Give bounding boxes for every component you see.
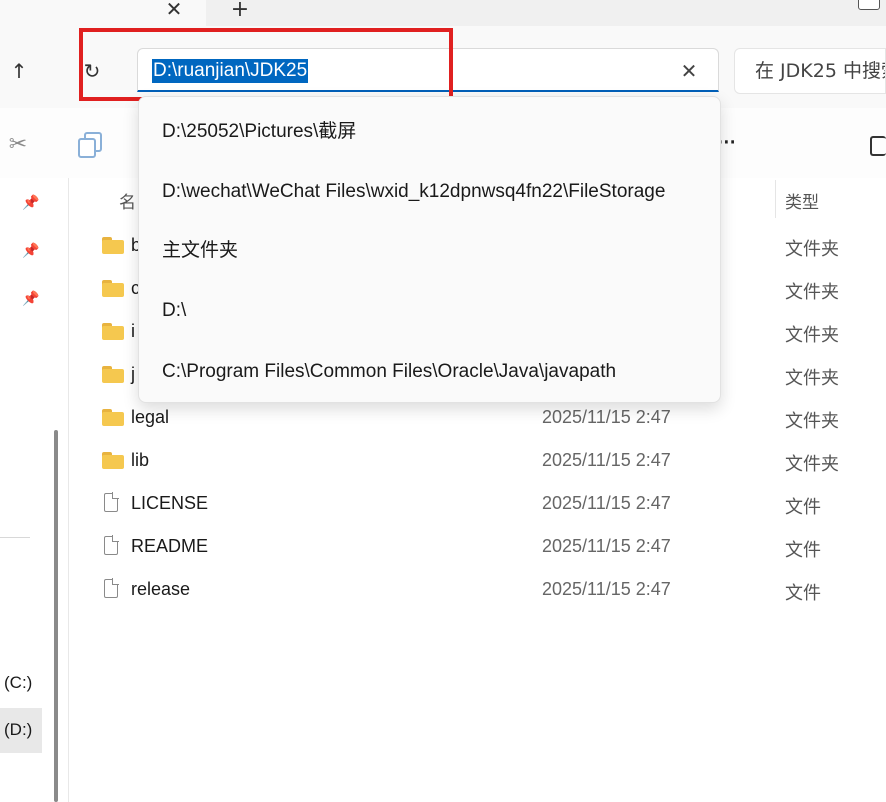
search-placeholder[interactable]: 在 JDK25 中搜索 [755,59,885,83]
folder-icon [102,366,124,383]
file-type: 文件夹 [785,282,839,303]
file-type: 文件 [785,583,821,604]
suggestion-item[interactable]: 主文件夹 [162,236,707,266]
address-suggestions-dropdown: D:\25052\Pictures\截屏 D:\wechat\WeChat Fi… [138,96,721,403]
file-type: 文件夹 [785,454,839,475]
file-type: 文件夹 [785,411,839,432]
new-tab-icon[interactable]: + [229,0,251,23]
folder-icon [102,452,124,469]
file-name[interactable]: legal [131,407,169,428]
file-date: 2025/11/15 2:47 [542,493,671,513]
file-date: 2025/11/15 2:47 [542,450,671,470]
drive-c[interactable]: (C:) [4,673,32,693]
pin-icon: 📌 [22,291,40,307]
file-type: 文件夹 [785,368,839,389]
file-date: 2025/11/15 2:47 [542,536,671,556]
clear-address-icon[interactable]: ✕ [676,58,702,84]
folder-icon [102,237,124,254]
suggestion-item[interactable]: D:\25052\Pictures\截屏 [162,117,707,147]
search-box[interactable]: 在 JDK25 中搜索 [734,48,886,94]
drive-d[interactable]: (D:) [4,720,32,740]
folder-icon [102,280,124,297]
pin-icon: 📌 [22,243,40,259]
file-type: 文件夹 [785,325,839,346]
file-name[interactable]: README [131,536,208,557]
file-type: 文件 [785,540,821,561]
navigation-divider [0,537,30,538]
file-type: 文件夹 [785,239,839,260]
file-date: 2025/11/15 2:47 [542,407,671,427]
file-date: 2025/11/15 2:47 [542,579,671,599]
up-arrow-icon[interactable]: ↑ [8,60,30,82]
window-restore-icon[interactable] [858,0,880,10]
column-header-name[interactable]: 名 [119,188,136,213]
pin-icon: 📌 [22,195,40,211]
suggestion-item[interactable]: D:\ [162,296,707,326]
folder-icon [102,409,124,426]
folder-icon [102,323,124,340]
file-name[interactable]: release [131,579,190,600]
copy-icon[interactable] [78,132,102,158]
highlight-annotation-box [79,28,453,101]
suggestion-item[interactable]: D:\wechat\WeChat Files\wxid_k12dpnwsq4fn… [162,177,707,207]
file-type: 文件 [785,497,821,518]
cut-icon[interactable]: ✂ [6,132,30,160]
column-divider[interactable] [775,180,776,218]
file-icon [104,492,119,512]
file-icon [104,535,119,555]
column-header-type[interactable]: 类型 [785,188,819,213]
tab-close-icon[interactable]: ✕ [163,0,185,22]
file-name[interactable]: j [131,364,135,385]
file-name[interactable]: lib [131,450,149,471]
file-icon [104,578,119,598]
file-name[interactable]: i [131,321,135,342]
suggestion-item[interactable]: C:\Program Files\Common Files\Oracle\Jav… [162,357,707,387]
details-pane-icon[interactable] [870,136,886,156]
file-name[interactable]: LICENSE [131,493,208,514]
navigation-pane-scrollbar[interactable] [54,430,58,802]
